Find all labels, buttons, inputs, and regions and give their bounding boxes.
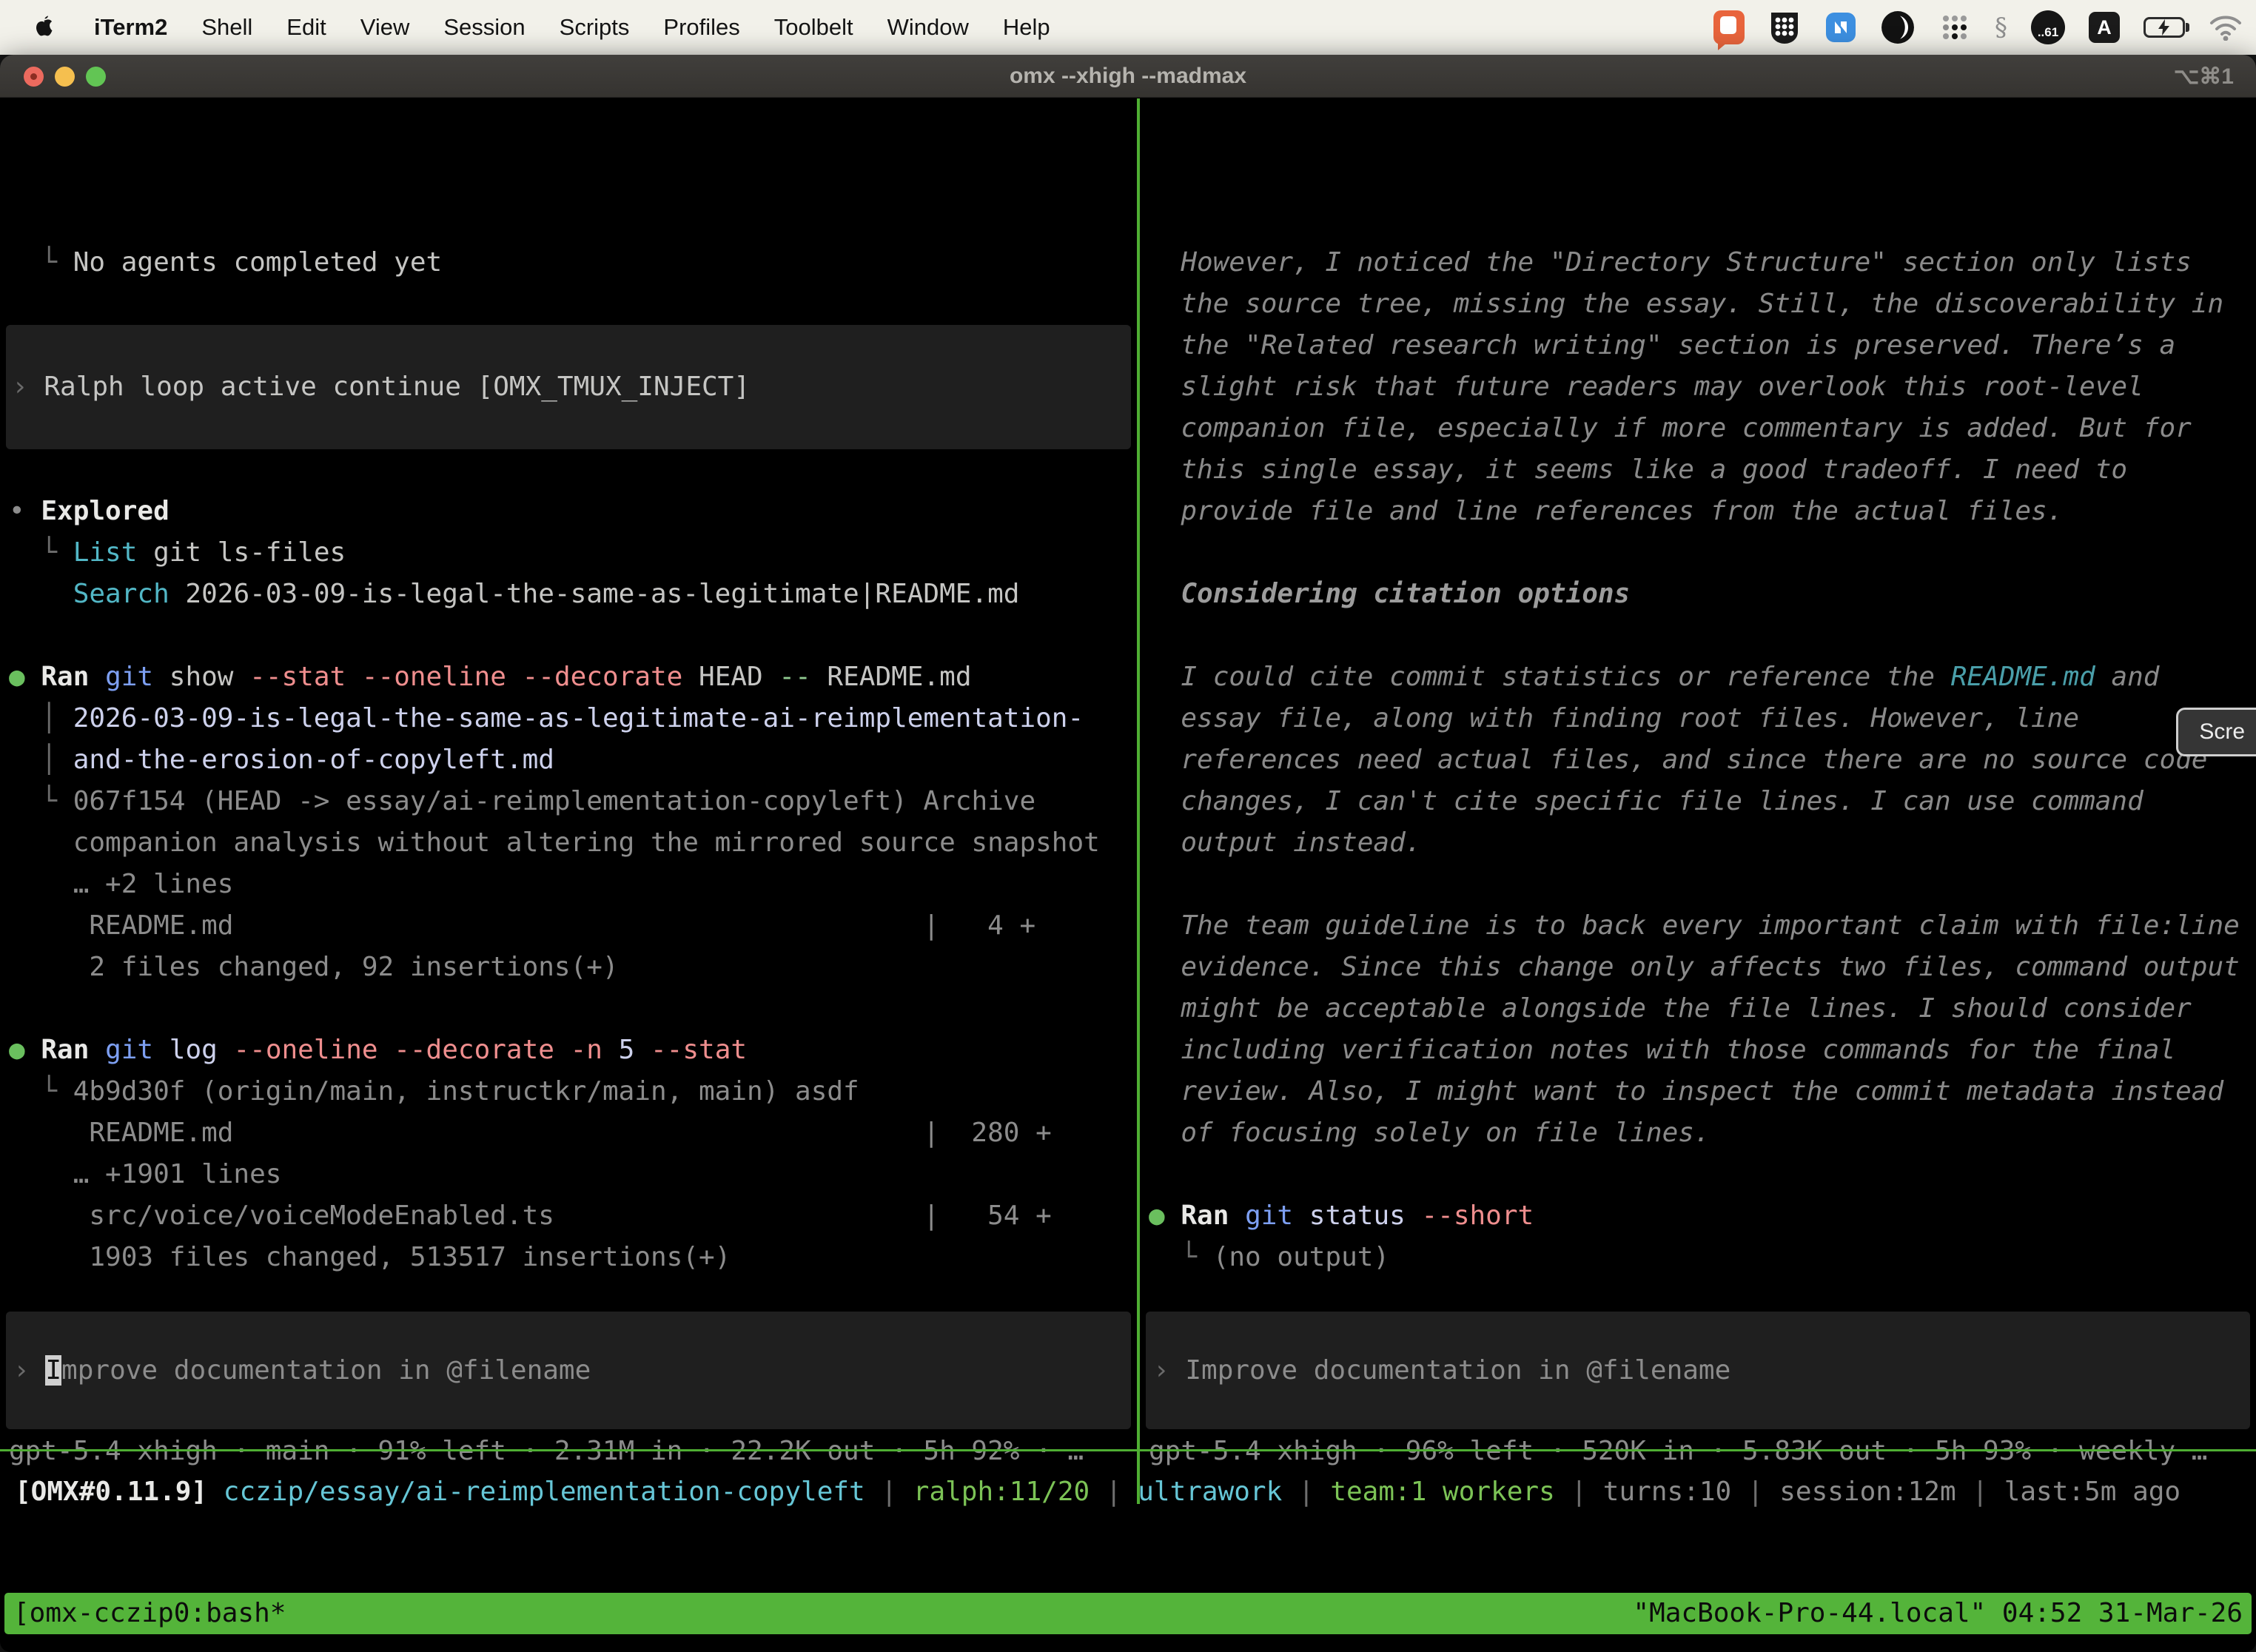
left-model-status: gpt-5.4 xhigh · main · 91% left · 2.31M …	[9, 1431, 1084, 1472]
close-button[interactable]	[24, 67, 44, 87]
menu-item-iterm2[interactable]: iTerm2	[77, 14, 184, 41]
dots-grid-icon[interactable]	[1938, 11, 1971, 44]
menu-item-profiles[interactable]: Profiles	[646, 14, 756, 41]
screenshot-icon[interactable]	[1713, 10, 1745, 44]
right-prompt-input[interactable]: › Improve documentation in @filename	[1146, 1312, 2250, 1429]
input-source-icon[interactable]: A	[2089, 12, 2120, 43]
window-title: omx --xhigh --madmax	[1010, 64, 1246, 89]
nav-badge-icon[interactable]	[1824, 11, 1857, 44]
wifi-icon[interactable]	[2209, 14, 2243, 41]
window-shortcut-badge: ⌥⌘1	[2174, 55, 2234, 98]
menu-items: iTerm2ShellEditViewSessionScriptsProfile…	[77, 14, 1067, 41]
apple-menu-icon[interactable]	[33, 13, 58, 42]
zoom-button[interactable]	[86, 67, 106, 87]
menu-item-shell[interactable]: Shell	[184, 14, 269, 41]
menu-item-toolbelt[interactable]: Toolbelt	[757, 14, 870, 41]
menu-item-session[interactable]: Session	[426, 14, 542, 41]
traffic-lights	[24, 67, 106, 87]
squiggle-icon[interactable]: §	[1995, 13, 2007, 42]
menu-item-window[interactable]: Window	[870, 14, 986, 41]
right-pane-lines: However, I noticed the "Directory Struct…	[1149, 242, 2256, 1361]
pane-bottom-border	[0, 1449, 2256, 1451]
left-pane-lines: └ No agents completed yet› Ralph loop ac…	[9, 242, 1137, 1361]
menu-item-help[interactable]: Help	[986, 14, 1067, 41]
tmux-session-label[interactable]: [omx-cczip0:bash*	[13, 1593, 286, 1634]
right-model-status: gpt-5.4 xhigh · 96% left · 520K in · 5.8…	[1149, 1431, 2207, 1472]
pane-divider[interactable]	[1137, 98, 1140, 1504]
battery-icon[interactable]	[2143, 17, 2185, 38]
tmux-status-bar: [omx-cczip0:bash* "MacBook-Pro-44.local"…	[4, 1593, 2252, 1634]
minimize-button[interactable]	[55, 67, 75, 87]
battery-percent-icon[interactable]: ..61	[2031, 10, 2065, 44]
inject-banner: › Ralph loop active continue [OMX_TMUX_I…	[6, 325, 1131, 449]
grid-shield-icon[interactable]	[1768, 10, 1801, 45]
menu-item-edit[interactable]: Edit	[269, 14, 343, 41]
window-title-bar[interactable]: omx --xhigh --madmax ⌥⌘1	[0, 55, 2256, 98]
menu-status-icons: § ..61 A	[1713, 0, 2243, 55]
iterm-window: omx --xhigh --madmax ⌥⌘1 └ No agents com…	[0, 55, 2256, 1652]
menu-bar: iTerm2ShellEditViewSessionScriptsProfile…	[0, 0, 2256, 55]
menu-item-scripts[interactable]: Scripts	[543, 14, 647, 41]
left-prompt-input[interactable]: › Improve documentation in @filename	[6, 1312, 1131, 1429]
tmux-host-clock: "MacBook-Pro-44.local" 04:52 31-Mar-26	[1633, 1593, 2243, 1634]
omx-status-bar: [OMX#0.11.9] cczip/essay/ai-reimplementa…	[15, 1471, 2181, 1513]
left-terminal-pane[interactable]: └ No agents completed yet› Ralph loop ac…	[0, 98, 1137, 1504]
menu-item-view[interactable]: View	[343, 14, 427, 41]
screen-share-chip[interactable]: Scre	[2176, 708, 2256, 756]
right-terminal-pane[interactable]: However, I noticed the "Directory Struct…	[1140, 98, 2256, 1504]
contrast-circle-icon[interactable]	[1881, 10, 1915, 44]
